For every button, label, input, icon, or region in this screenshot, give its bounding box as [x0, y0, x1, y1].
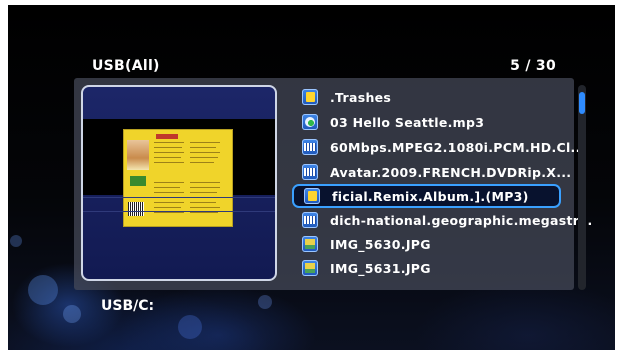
album-cover-thumbnail	[123, 129, 233, 227]
preview-pane	[81, 85, 277, 281]
file-row[interactable]: .Trashes	[290, 86, 565, 108]
file-name: 03 Hello Seattle.mp3	[330, 114, 485, 130]
video-icon	[302, 212, 318, 228]
item-position-counter: 5 / 30	[510, 58, 556, 74]
file-name: dich-national.geographic.megastr...	[330, 212, 593, 228]
file-row[interactable]: IMG_5631.JPG	[290, 257, 565, 279]
file-row[interactable]: Avatar.2009.FRENCH.DVDRip.X...	[290, 161, 571, 183]
file-name: IMG_5630.JPG	[330, 236, 431, 252]
folder-icon	[302, 89, 318, 105]
bokeh-light	[10, 235, 22, 247]
source-title: USB(All)	[92, 58, 160, 74]
photo-icon	[302, 260, 318, 276]
bokeh-light	[258, 295, 272, 309]
bokeh-light	[178, 315, 202, 339]
file-row[interactable]: dich-national.geographic.megastr...	[290, 209, 592, 231]
video-icon	[302, 164, 318, 180]
preview-divider	[83, 197, 275, 198]
folder-icon	[304, 188, 320, 204]
list-scrollbar[interactable]	[578, 85, 586, 290]
bokeh-light	[28, 275, 58, 305]
file-name: ficial.Remix.Album.].(MP3)	[332, 188, 529, 204]
file-row-selected[interactable]: ficial.Remix.Album.].(MP3)	[292, 184, 561, 208]
file-row[interactable]: 03 Hello Seattle.mp3	[290, 111, 565, 133]
preview-divider	[83, 211, 275, 212]
scrollbar-thumb[interactable]	[579, 92, 585, 114]
current-path: USB/C:	[101, 298, 155, 314]
file-row[interactable]: IMG_5630.JPG	[290, 233, 565, 255]
music-icon	[302, 114, 318, 130]
preview-thumbnail-area	[83, 119, 275, 227]
file-name: 60Mbps.MPEG2.1080i.PCM.HD.Cl...	[330, 139, 586, 155]
file-name: .Trashes	[330, 89, 392, 105]
file-name: IMG_5631.JPG	[330, 260, 431, 276]
bokeh-light	[63, 305, 81, 323]
file-row[interactable]: 60Mbps.MPEG2.1080i.PCM.HD.Cl...	[290, 136, 585, 158]
video-icon	[302, 139, 318, 155]
file-name: Avatar.2009.FRENCH.DVDRip.X...	[330, 164, 572, 180]
photo-icon	[302, 236, 318, 252]
